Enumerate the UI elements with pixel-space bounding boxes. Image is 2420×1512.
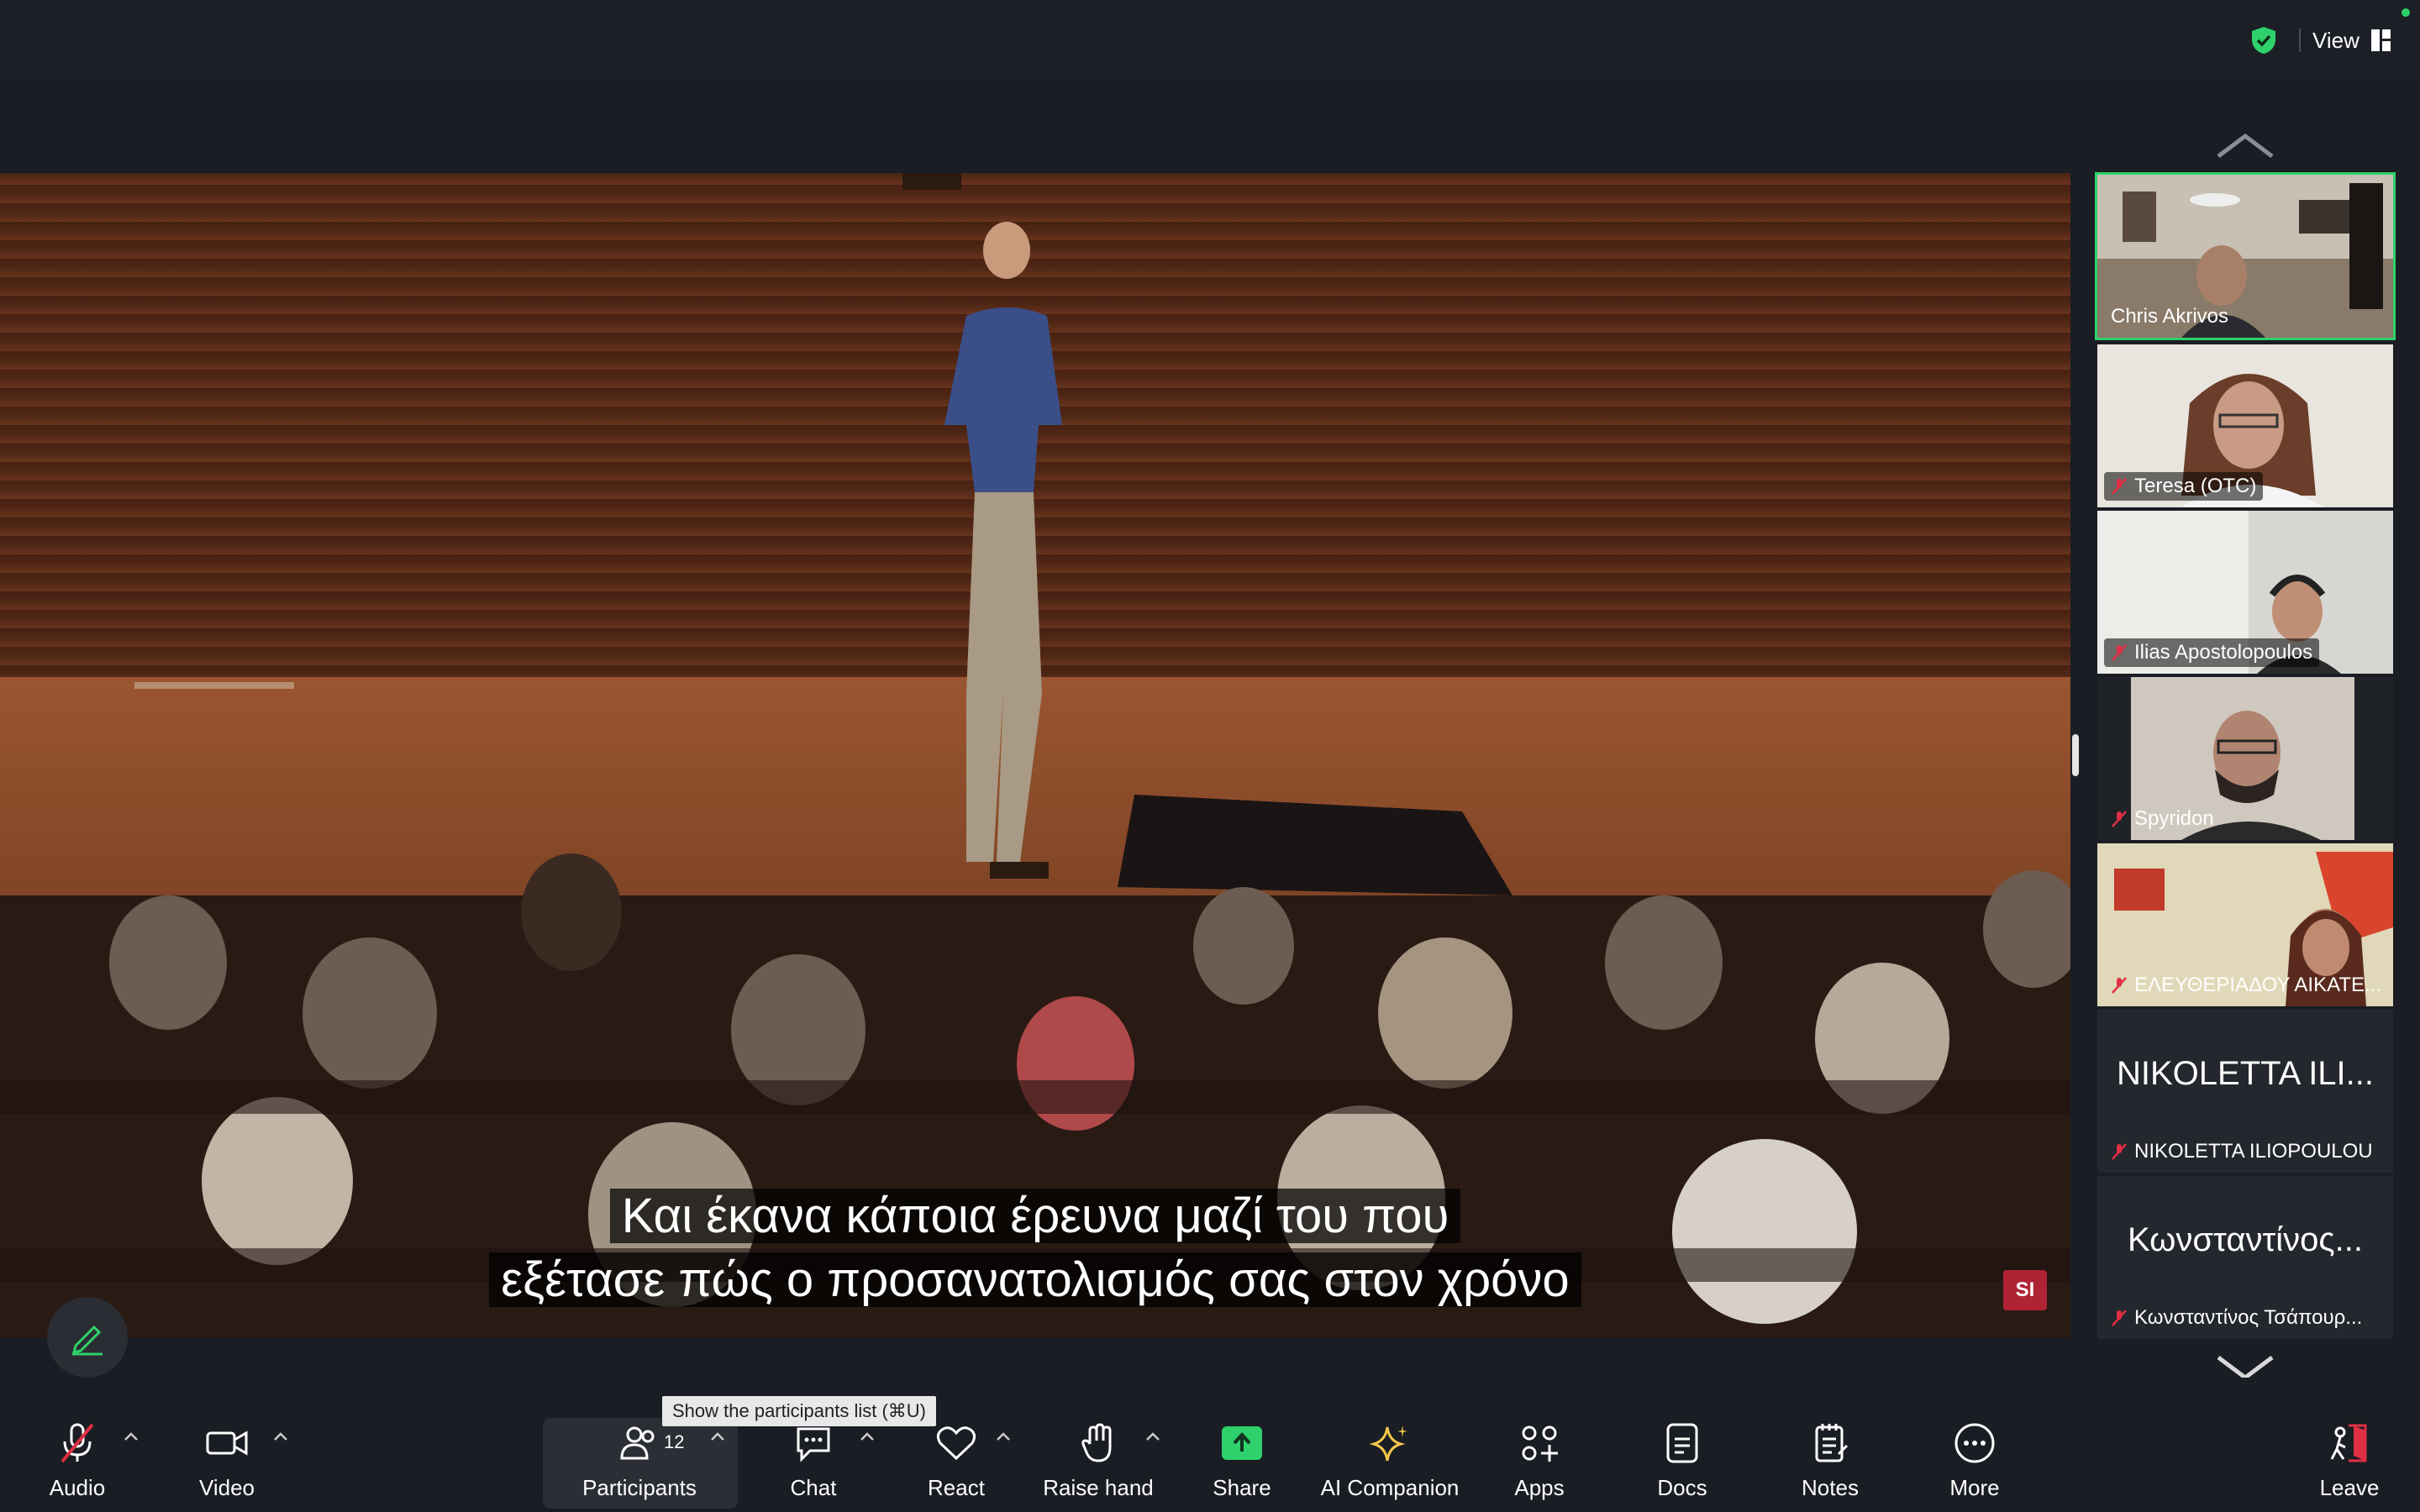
participant-name: Spyridon xyxy=(2134,807,2214,830)
audio-button[interactable]: Audio xyxy=(44,1411,111,1504)
participant-name: Ilias Apostolopoulos xyxy=(2134,641,2313,664)
shield-check-icon[interactable] xyxy=(2249,25,2279,55)
caption-line-1: Και έκανα κάποια έρευνα μαζί του που xyxy=(609,1189,1461,1243)
participants-tooltip: Show the participants list (⌘U) xyxy=(662,1396,936,1426)
notes-label: Notes xyxy=(1802,1475,1859,1500)
video-tile[interactable]: Ilias Apostolopoulos xyxy=(2097,511,2393,674)
participant-name-placeholder: Κωνσταντίνος... xyxy=(2127,1221,2364,1258)
participant-name: NIKOLETTA ILIOPOULOU xyxy=(2134,1140,2373,1163)
pencil-icon xyxy=(71,1325,103,1356)
ai-companion-button[interactable]: AI Companion xyxy=(1320,1411,1460,1504)
share-screen-icon xyxy=(1218,1420,1265,1467)
muted-mic-icon xyxy=(54,1420,101,1467)
share-button[interactable]: Share xyxy=(1208,1411,1276,1504)
panel-resize-handle[interactable] xyxy=(2072,734,2079,776)
leave-icon xyxy=(2326,1420,2373,1467)
chat-label: Chat xyxy=(790,1475,837,1500)
raise-hand-label: Raise hand xyxy=(1043,1475,1154,1500)
participant-name-label: Teresa (OTC) xyxy=(2104,472,2264,501)
top-divider xyxy=(2299,29,2301,52)
muted-mic-icon xyxy=(2112,478,2127,495)
heart-icon xyxy=(933,1420,980,1467)
chevron-up-icon[interactable] xyxy=(272,1430,289,1443)
participants-icon xyxy=(616,1420,663,1467)
video-camera-icon xyxy=(203,1420,250,1467)
status-dot xyxy=(2402,8,2410,17)
grid-view-icon xyxy=(2370,29,2391,51)
video-tile[interactable]: Κωνσταντίνος... Κωνσταντίνος Τσάπουρ... xyxy=(2097,1176,2393,1339)
video-tile[interactable]: Chris Akrivos xyxy=(2095,172,2396,340)
participant-name-label: NIKOLETTA ILIOPOULOU xyxy=(2104,1137,2380,1166)
raise-hand-button[interactable]: Raise hand xyxy=(1043,1411,1154,1504)
chevron-up-icon[interactable] xyxy=(2215,131,2275,161)
participants-label: Participants xyxy=(582,1475,697,1500)
chat-icon xyxy=(790,1420,837,1467)
video-tile[interactable]: ΕΛΕΥΘΕΡΙΑΔΟΥ ΑΙΚΑΤΕ... xyxy=(2097,843,2393,1006)
video-tile[interactable]: Spyridon xyxy=(2097,677,2393,840)
chevron-up-icon[interactable] xyxy=(1144,1430,1161,1443)
participants-count: 12 xyxy=(664,1431,685,1452)
caption-text: Και έκανα κάποια έρευνα μαζί του που εξέ… xyxy=(0,1184,2070,1312)
stage-scene xyxy=(0,173,2070,1337)
participant-name: Teresa (OTC) xyxy=(2134,475,2257,497)
document-icon xyxy=(1659,1420,1706,1467)
video-tile[interactable]: NIKOLETTA ILI... NIKOLETTA ILIOPOULOU xyxy=(2097,1010,2393,1173)
muted-mic-icon xyxy=(2112,1310,2127,1326)
caption-line-2: εξέτασε πώς ο προσανατολισμός σας στον χ… xyxy=(489,1252,1581,1307)
muted-mic-icon xyxy=(2112,977,2127,994)
react-label: React xyxy=(928,1475,985,1500)
muted-mic-icon xyxy=(2112,811,2127,827)
audio-label: Audio xyxy=(49,1475,106,1500)
muted-mic-icon xyxy=(2112,1143,2127,1160)
participant-name-label: Κωνσταντίνος Τσάπουρ... xyxy=(2104,1304,2369,1332)
leave-button[interactable]: Leave xyxy=(2316,1411,2383,1504)
participant-name-placeholder: NIKOLETTA ILI... xyxy=(2116,1055,2374,1092)
participant-name-label: Spyridon xyxy=(2104,805,2221,833)
participant-name: Κωνσταντίνος Τσάπουρ... xyxy=(2134,1306,2363,1329)
video-button[interactable]: Video xyxy=(193,1411,260,1504)
notes-button[interactable]: Notes xyxy=(1797,1411,1864,1504)
docs-label: Docs xyxy=(1657,1475,1707,1500)
more-button[interactable]: More xyxy=(1941,1411,2008,1504)
top-bar xyxy=(0,0,2420,81)
apps-icon xyxy=(1516,1420,1563,1467)
hand-icon xyxy=(1075,1420,1122,1467)
chevron-up-icon[interactable] xyxy=(995,1430,1012,1443)
participant-name-label: ΕΛΕΥΘΕΡΙΑΔΟΥ ΑΙΚΑΤΕ... xyxy=(2104,971,2386,1000)
chevron-up-icon[interactable] xyxy=(123,1430,139,1443)
annotate-button[interactable] xyxy=(47,1297,128,1378)
video-label: Video xyxy=(198,1475,255,1500)
more-icon xyxy=(1951,1420,1998,1467)
apps-label: Apps xyxy=(1514,1475,1565,1500)
participant-name: Chris Akrivos xyxy=(2111,305,2229,328)
view-label: View xyxy=(2312,27,2360,53)
ai-companion-label: AI Companion xyxy=(1320,1475,1460,1500)
participant-name-label: Ilias Apostolopoulos xyxy=(2104,638,2320,667)
video-tile[interactable]: Teresa (OTC) xyxy=(2097,344,2393,507)
muted-mic-icon xyxy=(2112,644,2127,661)
chevron-up-icon[interactable] xyxy=(859,1430,876,1443)
apps-button[interactable]: Apps xyxy=(1506,1411,1573,1504)
active-speaker-video[interactable] xyxy=(0,173,2070,1337)
view-button[interactable]: View xyxy=(2312,24,2391,57)
participant-name: ΕΛΕΥΘΕΡΙΑΔΟΥ ΑΙΚΑΤΕ... xyxy=(2134,974,2381,996)
share-label: Share xyxy=(1213,1475,1271,1500)
more-label: More xyxy=(1949,1475,2000,1500)
participant-name-label: Chris Akrivos xyxy=(2104,302,2235,331)
leave-label: Leave xyxy=(2319,1475,2380,1500)
channel-logo: SI xyxy=(2003,1270,2047,1310)
docs-button[interactable]: Docs xyxy=(1649,1411,1716,1504)
chevron-up-icon[interactable] xyxy=(709,1430,726,1443)
sparkle-icon xyxy=(1366,1420,1413,1467)
notes-icon xyxy=(1807,1420,1854,1467)
